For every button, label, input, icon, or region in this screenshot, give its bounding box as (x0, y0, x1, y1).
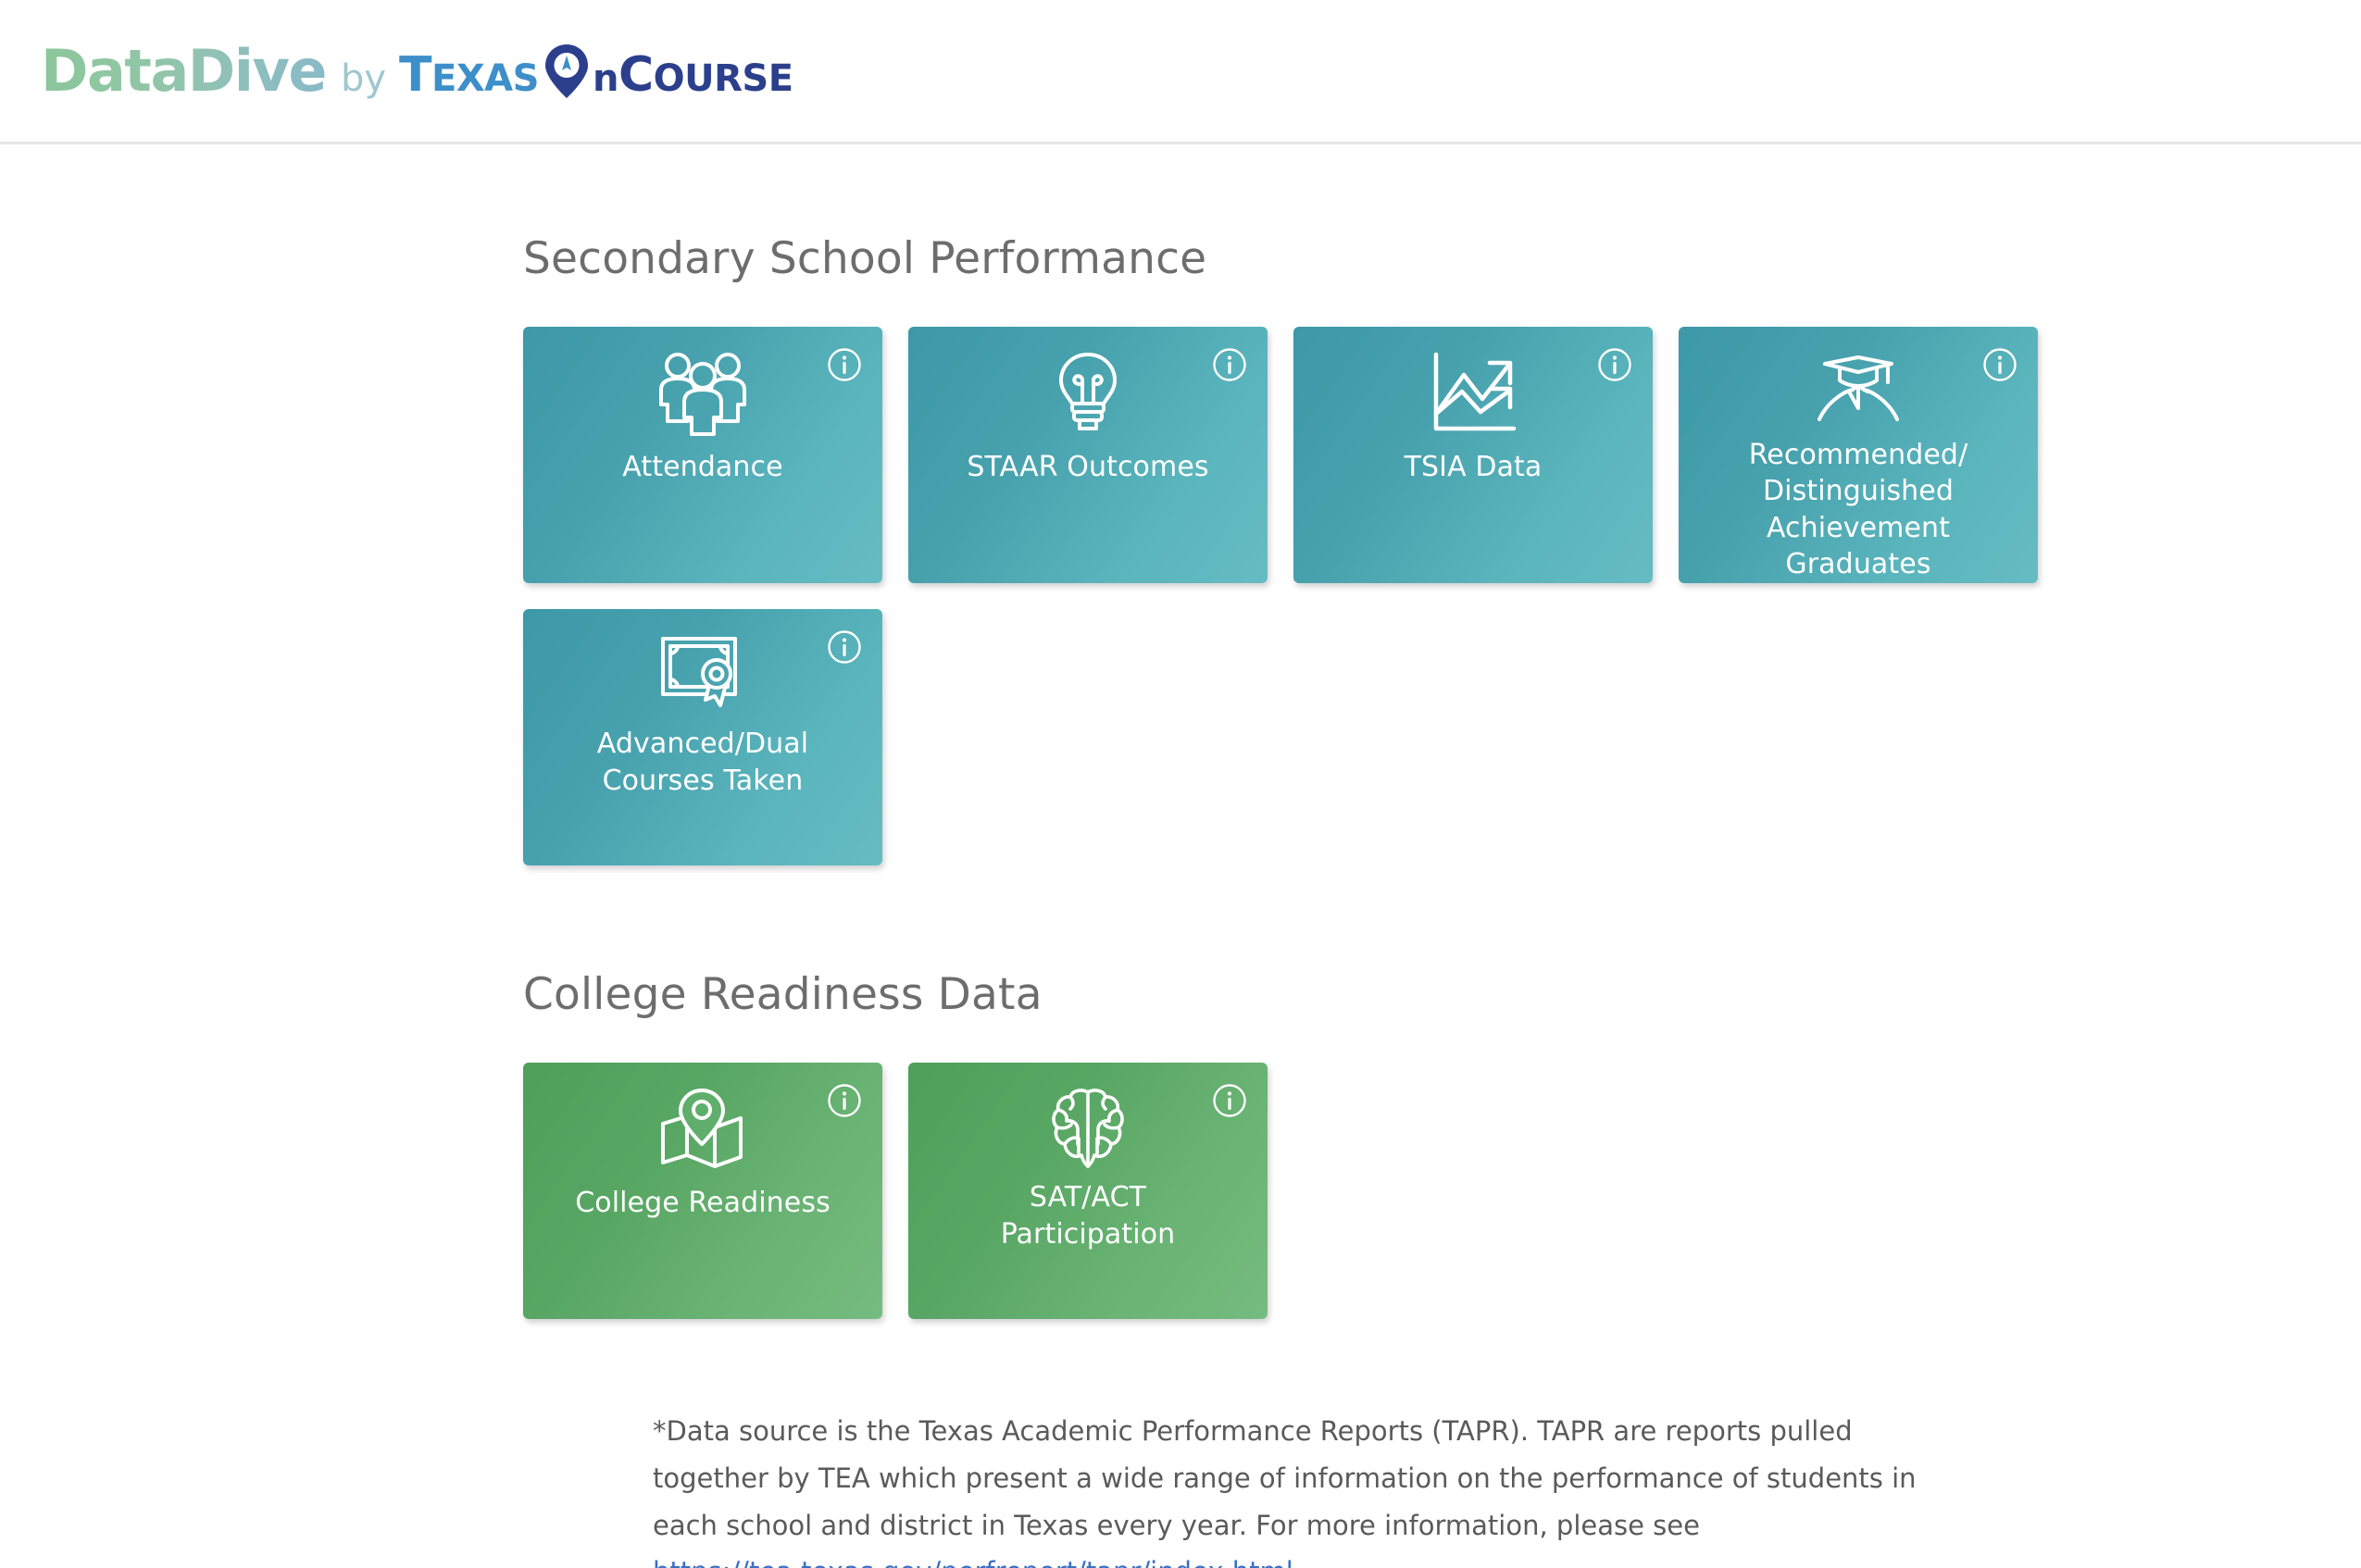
tile-sat-act-participation[interactable]: SAT/ACT Participation (908, 1063, 1268, 1319)
tile-label: TSIA Data (1404, 451, 1543, 483)
lightbulb-icon (1052, 351, 1124, 436)
brain-icon (1048, 1087, 1128, 1172)
brand-logo[interactable]: DataDive by TEXAS nCOURSE (41, 37, 793, 105)
tile-attendance[interactable]: Attendance (523, 327, 882, 583)
data-source-footnote: *Data source is the Texas Academic Perfo… (653, 1408, 1949, 1568)
info-icon[interactable] (1597, 347, 1632, 382)
section-title-college-readiness: College Readiness Data (523, 969, 1043, 1020)
logo-texas-initial: T (399, 47, 432, 103)
section-secondary-school-performance: Secondary School Performance Attendance … (523, 233, 2361, 865)
tile-advanced-dual-courses-taken[interactable]: Advanced/Dual Courses Taken (523, 609, 882, 865)
footnote-text-before: *Data source is the Texas Academic Perfo… (653, 1415, 1917, 1541)
tile-staar-outcomes[interactable]: STAAR Outcomes (908, 327, 1268, 583)
tile-college-readiness[interactable]: College Readiness (523, 1063, 882, 1319)
line-chart-arrow-icon (1429, 351, 1518, 436)
info-icon[interactable] (1982, 347, 2017, 382)
footnote-text-after: . (1293, 1556, 1302, 1568)
logo-oncourse-rest: OURSE (653, 57, 793, 100)
page-body: Secondary School Performance Attendance … (0, 144, 2361, 1568)
logo-oncourse-c: C (618, 47, 654, 103)
tile-row-secondary-2: Advanced/Dual Courses Taken (523, 609, 2361, 865)
logo-oncourse-n: n (592, 57, 618, 100)
logo-texas-rest: EXAS (431, 57, 539, 100)
tile-label: SAT/ACT Participation (1000, 1181, 1176, 1251)
logo-by-text: by (340, 57, 387, 100)
graduate-icon (1812, 351, 1905, 429)
info-icon[interactable] (827, 347, 862, 382)
tile-row-college-1: College Readiness SAT/ACT Participation (523, 1063, 2361, 1319)
section-title-secondary: Secondary School Performance (523, 233, 1207, 284)
people-group-icon (653, 351, 753, 436)
logo-oncourse-text: nCOURSE (539, 43, 793, 103)
tile-recommended-distinguished-graduates[interactable]: Recommended/ Distinguished Achievement G… (1679, 327, 2038, 583)
info-icon[interactable] (1212, 1083, 1247, 1118)
info-icon[interactable] (1212, 347, 1247, 382)
info-icon[interactable] (827, 629, 862, 665)
tile-row-secondary-1: Attendance STAAR Outcomes TSIA Data Reco… (523, 327, 2361, 583)
tile-label: College Readiness (575, 1187, 831, 1219)
certificate-award-icon (657, 633, 748, 718)
logo-texas-text: TEXAS (399, 47, 539, 103)
logo-datadive-text: DataDive (41, 37, 327, 105)
tile-tsia-data[interactable]: TSIA Data (1293, 327, 1653, 583)
info-icon[interactable] (827, 1083, 862, 1118)
tile-label: Attendance (622, 451, 783, 483)
location-pin-icon (542, 43, 592, 100)
map-pin-icon (657, 1087, 748, 1172)
section-college-readiness-data: College Readiness Data College Readiness (523, 969, 2361, 1319)
app-header: DataDive by TEXAS nCOURSE (0, 0, 2361, 144)
tapr-source-link[interactable]: https://tea.texas.gov/perfreport/tapr/in… (653, 1556, 1293, 1568)
tile-label: Recommended/ Distinguished Achievement G… (1748, 438, 1968, 581)
tile-label: Advanced/Dual Courses Taken (596, 728, 809, 797)
tile-label: STAAR Outcomes (967, 451, 1209, 483)
